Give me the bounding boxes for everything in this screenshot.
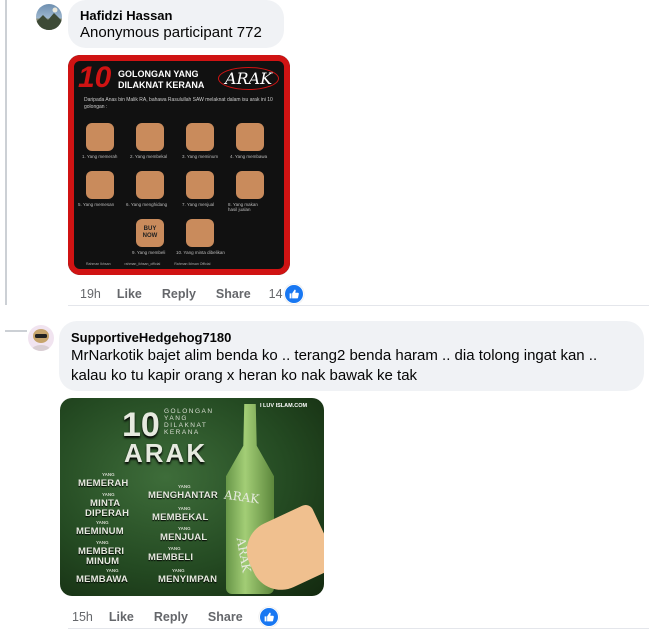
- truck-icon: [236, 123, 264, 151]
- comment-bubble: Hafidzi Hassan Anonymous participant 772: [68, 0, 284, 48]
- phone-icon: [86, 171, 114, 199]
- poster-word: MENGHANTAR: [148, 490, 218, 501]
- like-button[interactable]: Like: [117, 287, 142, 301]
- footer-item: rahman_ikhsan_official: [124, 262, 161, 266]
- poster-word: MEMBEKAL: [152, 512, 209, 523]
- poster-word: MEMINUM: [76, 526, 124, 537]
- thumbs-up-icon[interactable]: [283, 284, 304, 304]
- avatar-landscape-icon: [36, 7, 62, 30]
- comment-image[interactable]: 10 GOLONGAN YANG DILAKNAT KERANA ARAK Da…: [68, 55, 290, 275]
- comment-time[interactable]: 19h: [80, 287, 101, 301]
- title-small-line: DILAKNAT: [164, 422, 208, 429]
- yang-label: YANG: [168, 546, 181, 551]
- yang-label: YANG: [172, 568, 185, 573]
- title-small-line: YANG: [164, 415, 188, 422]
- comment-text: Anonymous participant 772: [80, 24, 262, 41]
- avatar[interactable]: [36, 4, 62, 30]
- poster-word: MEMERAH: [78, 478, 129, 489]
- poster-big-number: 10: [78, 61, 112, 94]
- poster-caption: 5. Yang memesan: [78, 202, 115, 207]
- poster-title-small: GOLONGAN YANG DILAKNAT KERANA: [164, 408, 214, 436]
- comment-actions: 19h Like Reply Share 14: [80, 284, 322, 304]
- poster-subtitle: Daripada Anas bin Malik RA, bahawa Rasul…: [84, 97, 273, 110]
- poster-word: MEMBELI: [148, 552, 194, 563]
- yang-label: YANG: [96, 540, 109, 545]
- share-button[interactable]: Share: [216, 287, 251, 301]
- poster-title-word: ARAK: [218, 67, 280, 90]
- poster-caption: 10. Yang minta dibelikan: [176, 250, 225, 255]
- poster-brand: I LUV ISLAM.COM: [260, 403, 308, 409]
- divider: [68, 628, 649, 629]
- factory-icon: [136, 123, 164, 151]
- money-hand-icon: [186, 171, 214, 199]
- poster-caption: 6. Yang menghidang: [126, 202, 168, 207]
- divider: [68, 305, 649, 306]
- reply-button[interactable]: Reply: [154, 610, 188, 624]
- reply-button[interactable]: Reply: [162, 287, 196, 301]
- poster-caption: 3. Yang meminum: [182, 154, 219, 159]
- poster-title-line2: DILAKNAT KERANA: [118, 80, 205, 90]
- poster-word: DIPERAH: [85, 508, 130, 519]
- title-small-line: GOLONGAN: [164, 408, 214, 415]
- comment-author[interactable]: SupportiveHedgehog7180: [71, 330, 231, 345]
- title-small-line: KERANA: [164, 429, 200, 436]
- poster-caption: 8. Yang makan hasil jualan: [228, 202, 258, 212]
- comment-text: MrNarkotik bajet alim benda ko .. terang…: [71, 347, 598, 384]
- poster-caption: 1. Yang memerah: [82, 154, 118, 159]
- thread-line: [5, 330, 27, 332]
- comment-time[interactable]: 15h: [72, 610, 93, 624]
- yang-label: YANG: [106, 568, 119, 573]
- yang-label: YANG: [102, 492, 115, 497]
- comment-bubble: SupportiveHedgehog7180 MrNarkotik bajet …: [59, 321, 644, 391]
- share-button[interactable]: Share: [208, 610, 243, 624]
- yang-label: YANG: [178, 506, 191, 511]
- yang-label: YANG: [178, 526, 191, 531]
- poster-caption: 7. Yang menjual: [182, 202, 215, 207]
- poster-footer: Rahman Ikhsan rahman_ikhsan_official Rah…: [86, 262, 210, 266]
- footer-item: Rahman Ikhsan: [86, 262, 111, 266]
- grapes-icon: [86, 123, 114, 151]
- poster-word: MENYIMPAN: [158, 574, 218, 585]
- money-bag-icon: [236, 171, 264, 199]
- poster-title-line1: GOLONGAN YANG: [118, 69, 199, 79]
- avatar[interactable]: [28, 325, 54, 351]
- thread-line: [5, 0, 7, 305]
- yang-label: YANG: [102, 472, 115, 477]
- cart-icon: [186, 219, 214, 247]
- buy-now-label: BUY NOW: [142, 226, 158, 239]
- poster-title-word: ARAK: [124, 438, 208, 468]
- like-button[interactable]: Like: [109, 610, 134, 624]
- poster-word: MENJUAL: [160, 532, 208, 543]
- yang-label: YANG: [96, 520, 109, 525]
- comment-actions: 15h Like Reply Share: [72, 607, 297, 627]
- comment-image[interactable]: I LUV ISLAM.COM 10 GOLONGAN YANG DILAKNA…: [60, 398, 324, 596]
- poster-word: MEMBAWA: [76, 574, 129, 585]
- yang-label: YANG: [178, 484, 191, 489]
- bottle-icon: [186, 123, 214, 151]
- comment-author[interactable]: Hafidzi Hassan: [80, 8, 172, 23]
- serving-icon: [136, 171, 164, 199]
- footer-item: Rahman Ikhsan Official: [174, 262, 211, 266]
- poster-caption: 9. Yang membeli: [132, 250, 166, 255]
- thumbs-up-icon[interactable]: [258, 607, 279, 627]
- poster-caption: 2. Yang membekal: [130, 154, 168, 159]
- buy-now-icon: BUY NOW: [136, 219, 164, 247]
- avatar-cartoon-icon: [31, 329, 51, 351]
- reaction-count[interactable]: 14: [269, 287, 283, 301]
- poster-caption: 4. Yang membawa: [230, 154, 268, 159]
- poster-word: MINUM: [86, 556, 120, 567]
